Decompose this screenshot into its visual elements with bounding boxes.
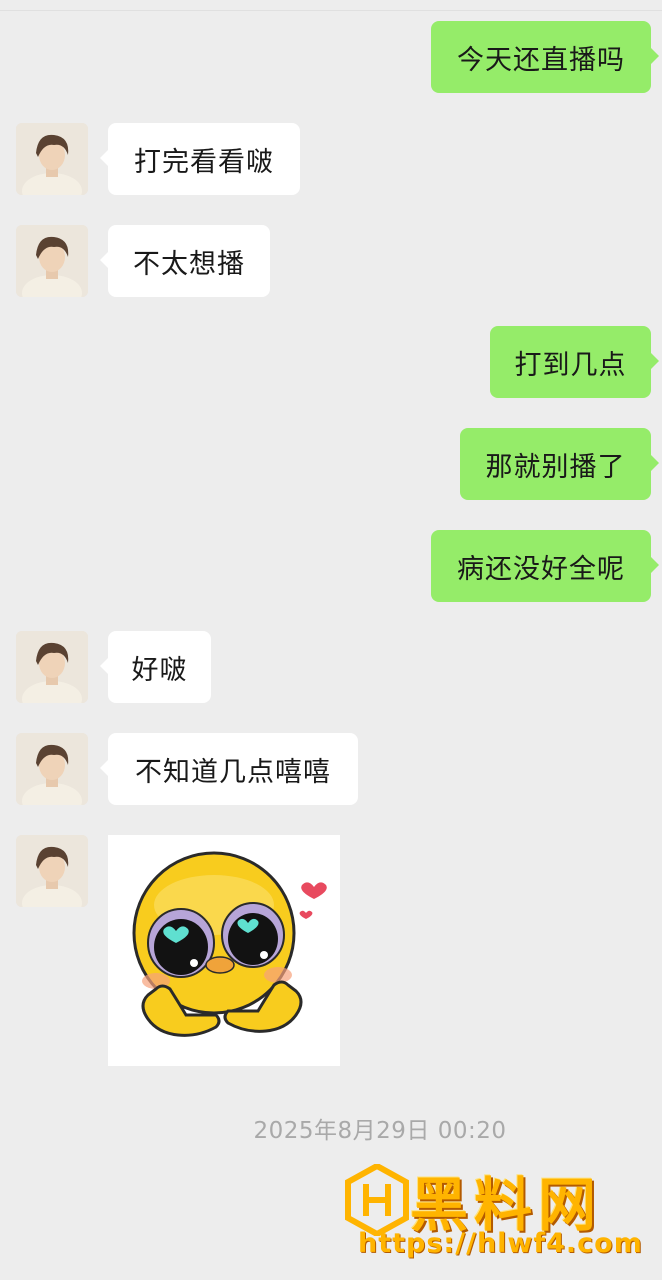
contact-avatar[interactable] [16, 835, 88, 907]
contact-avatar[interactable] [16, 733, 88, 805]
avatar-image [16, 835, 88, 907]
watermark-url: https://hlwf4.com [358, 1228, 643, 1259]
message-bubble-incoming[interactable]: 好啵 [100, 631, 211, 703]
message-bubble-outgoing[interactable]: 那就别播了 [460, 428, 659, 500]
avatar-image [16, 631, 88, 703]
message-bubble-incoming[interactable]: 不太想播 [100, 225, 270, 297]
message-bubble-incoming[interactable]: 不知道几点嘻嘻 [100, 733, 358, 805]
sticker-message[interactable] [108, 835, 340, 1066]
avatar-image [16, 733, 88, 805]
message-bubble-outgoing[interactable]: 打到几点 [490, 326, 659, 398]
contact-avatar[interactable] [16, 225, 88, 297]
blushing-emoji-sticker-icon [108, 835, 340, 1066]
top-divider [0, 10, 662, 11]
message-bubble-outgoing[interactable]: 病还没好全呢 [431, 530, 659, 602]
message-bubble-incoming[interactable]: 打完看看啵 [100, 123, 300, 195]
avatar-image [16, 123, 88, 195]
contact-avatar[interactable] [16, 123, 88, 195]
message-bubble-outgoing[interactable]: 今天还直播吗 [431, 21, 659, 93]
watermark-logo-icon [345, 1164, 409, 1236]
watermark: 黑料网 https://hlwf4.com [340, 1158, 662, 1280]
contact-avatar[interactable] [16, 631, 88, 703]
avatar-image [16, 225, 88, 297]
message-timestamp: 2025年8月29日 00:20 [253, 1118, 507, 1144]
